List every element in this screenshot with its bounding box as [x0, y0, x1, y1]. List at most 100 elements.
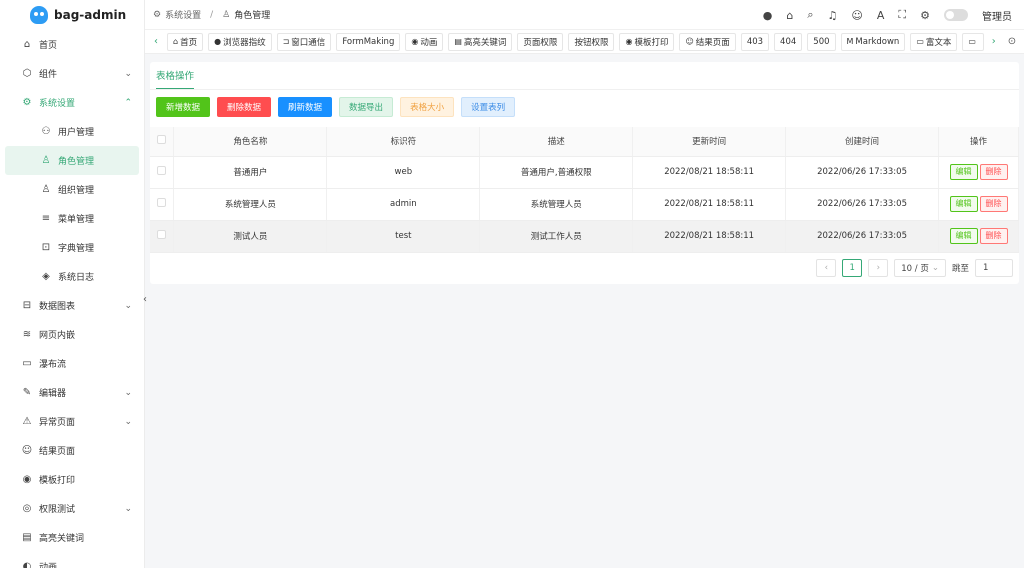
- tabs-scroll-left-icon[interactable]: ‹: [145, 36, 167, 47]
- delete-button[interactable]: 删除: [979, 228, 1008, 244]
- sidebar-item-print[interactable]: ◉ 模板打印: [0, 465, 144, 494]
- select-all-checkbox[interactable]: [157, 135, 167, 145]
- tabs-list: ⌂ 首页 ● 浏览器指纹 ⊐ 窗口通信 FormMaking ◉ 动画 ▤ 高亮关键词 页面权限 按钮权…: [167, 32, 984, 51]
- logo-icon: [30, 6, 48, 24]
- edit-button[interactable]: 编辑: [949, 196, 978, 212]
- next-page-button[interactable]: ›: [868, 259, 889, 277]
- tab-item[interactable]: ▤ 高亮关键词: [448, 32, 513, 51]
- sidebar-item-user-management[interactable]: ⚇ 用户管理: [0, 117, 144, 146]
- github-icon[interactable]: ●: [763, 9, 773, 22]
- roles-table: 角色名称 标识符 描述 更新时间 创建时间 操作 普通用户 web 普通用户,普…: [150, 127, 1019, 253]
- sidebar-item-charts[interactable]: ⊟ 数据图表 ⌄: [0, 291, 144, 320]
- tab-label: 500: [813, 36, 830, 47]
- add-data-button[interactable]: 新增数据: [156, 97, 211, 117]
- tab-table-actions[interactable]: 表格操作: [156, 68, 195, 90]
- tab-item[interactable]: ☺ 结果页面: [679, 32, 736, 51]
- tab-item[interactable]: ◉ 模板打印: [619, 32, 675, 51]
- sidebar-item-label: 高亮关键词: [39, 534, 85, 544]
- table-size-button[interactable]: 表格大小: [400, 97, 455, 117]
- column-header: 角色名称: [173, 127, 328, 157]
- tab-item[interactable]: 403: [740, 32, 770, 51]
- cell-description: 系统管理人员: [479, 188, 634, 221]
- sidebar-item-permission[interactable]: ◎ 权限测试 ⌄: [0, 494, 144, 523]
- logo[interactable]: bag-admin: [0, 0, 144, 30]
- sidebar-collapse-button[interactable]: ‹: [139, 292, 151, 306]
- translate-icon[interactable]: A: [877, 9, 885, 22]
- tab-item[interactable]: ⊐ 窗口通信: [276, 32, 332, 51]
- sidebar-item-org-management[interactable]: ♙ 组织管理: [0, 175, 144, 204]
- delete-button[interactable]: 删除: [979, 164, 1008, 180]
- prev-page-button[interactable]: ‹: [816, 259, 837, 277]
- emoji-icon[interactable]: ☺: [851, 9, 862, 22]
- sidebar-item-dictionary[interactable]: ⊡ 字典管理: [0, 233, 144, 262]
- page-size-select[interactable]: 10 / 页 ⌄: [894, 259, 946, 277]
- row-checkbox-cell[interactable]: [150, 220, 175, 253]
- tab-item[interactable]: FormMaking: [336, 32, 401, 51]
- home-icon[interactable]: ⌂: [786, 9, 793, 22]
- bug-icon: ⚠: [22, 416, 32, 427]
- set-columns-button[interactable]: 设置表列: [461, 97, 516, 117]
- search-icon[interactable]: ⌕: [807, 8, 813, 22]
- tabs-scroll-right-icon[interactable]: ›: [992, 36, 996, 47]
- export-data-button[interactable]: 数据导出: [339, 97, 394, 117]
- tab-label: 富文本: [925, 37, 952, 48]
- refresh-data-button[interactable]: 刷新数据: [278, 97, 333, 117]
- sidebar-item-waterfall[interactable]: ▭ 瀑布流: [0, 349, 144, 378]
- select-all-checkbox-cell[interactable]: [150, 127, 175, 157]
- row-checkbox-cell[interactable]: [150, 156, 175, 189]
- delete-button[interactable]: 删除: [979, 196, 1008, 212]
- tab-item[interactable]: ◉ 动画: [405, 32, 444, 51]
- sidebar-item-system-log[interactable]: ◈ 系统日志: [0, 262, 144, 291]
- sidebar-item-label: 动画: [39, 563, 58, 568]
- row-checkbox[interactable]: [157, 198, 167, 207]
- tab-item[interactable]: 按钮权限: [568, 32, 615, 51]
- breadcrumb-item[interactable]: 系统设置: [165, 8, 201, 21]
- table-row[interactable]: 测试人员 test 测试工作人员 2022/08/21 18:58:11 202…: [150, 220, 1019, 253]
- tab-item[interactable]: 500: [807, 32, 836, 51]
- sidebar-item-label: 权限测试: [39, 505, 76, 515]
- tab-item[interactable]: ▭ 富文本: [910, 32, 958, 51]
- sidebar-item-label: 模板打印: [39, 476, 76, 486]
- sidebar-item-role-management[interactable]: ♙ 角色管理: [5, 146, 139, 175]
- tab-item[interactable]: ▭: [962, 32, 984, 51]
- sidebar-item-result[interactable]: ☺ 结果页面: [0, 436, 144, 465]
- bell-icon[interactable]: ♫: [828, 9, 838, 22]
- table-row[interactable]: 系统管理人员 admin 系统管理人员 2022/08/21 18:58:11 …: [150, 188, 1019, 221]
- row-checkbox[interactable]: [157, 230, 167, 239]
- sidebar-item-animation[interactable]: ◐ 动画: [0, 552, 144, 568]
- row-checkbox-cell[interactable]: [150, 188, 175, 221]
- sidebar-item-highlight[interactable]: ▤ 高亮关键词: [0, 523, 144, 552]
- jump-page-input[interactable]: 1: [975, 259, 1013, 277]
- settings-icon[interactable]: ⚙: [920, 9, 930, 22]
- tab-item[interactable]: 页面权限: [517, 32, 564, 51]
- sidebar-item-label: 结果页面: [39, 447, 76, 457]
- edit-button[interactable]: 编辑: [949, 228, 978, 244]
- sidebar-item-exception[interactable]: ⚠ 异常页面 ⌄: [0, 407, 144, 436]
- tab-item[interactable]: 404: [774, 32, 803, 51]
- delete-data-button[interactable]: 删除数据: [217, 97, 272, 117]
- table-row[interactable]: 普通用户 web 普通用户,普通权限 2022/08/21 18:58:11 2…: [150, 156, 1019, 189]
- page-number-current[interactable]: 1: [842, 259, 863, 277]
- sidebar-item-editor[interactable]: ✎ 编辑器 ⌄: [0, 378, 144, 407]
- user-icon: ♙: [41, 155, 51, 166]
- tab-icon: ▭: [916, 37, 924, 46]
- edit-button[interactable]: 编辑: [949, 164, 978, 180]
- theme-toggle[interactable]: [944, 9, 968, 21]
- row-checkbox[interactable]: [157, 166, 167, 175]
- fullscreen-icon[interactable]: ⛶: [898, 8, 906, 22]
- edit-icon: ✎: [22, 387, 32, 398]
- tab-item[interactable]: ⌂ 首页: [167, 32, 204, 51]
- tab-item[interactable]: ● 浏览器指纹: [208, 32, 272, 51]
- tabs-menu-icon[interactable]: ⊙: [1008, 36, 1016, 47]
- user-name[interactable]: 管理员: [982, 8, 1012, 23]
- tab-item[interactable]: M Markdown: [840, 32, 906, 51]
- sidebar-item-menu-management[interactable]: ≡ 菜单管理: [0, 204, 144, 233]
- sidebar-menu: ⌂ 首页 ⬡ 组件 ⌄ ⚙ 系统设置 ⌃ ⚇ 用户管理 ♙ 角色管理 ♙ 组织管…: [0, 30, 144, 568]
- sidebar-item-system-settings[interactable]: ⚙ 系统设置 ⌃: [0, 88, 144, 117]
- sidebar-item-home[interactable]: ⌂ 首页: [0, 30, 144, 59]
- sidebar-item-iframe[interactable]: ≋ 网页内嵌: [0, 320, 144, 349]
- chevron-down-icon: ⌄: [124, 416, 132, 427]
- cell-actions: 编辑 删除: [938, 220, 1019, 253]
- sidebar-item-components[interactable]: ⬡ 组件 ⌄: [0, 59, 144, 88]
- cell-code: test: [326, 220, 481, 253]
